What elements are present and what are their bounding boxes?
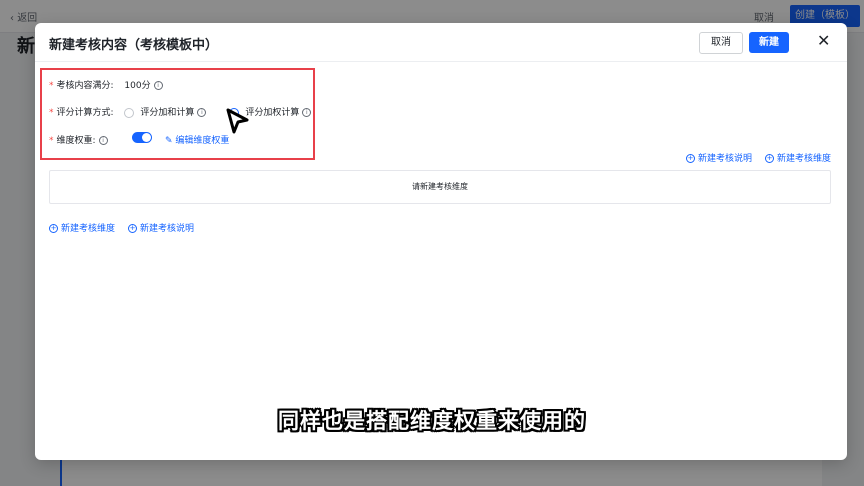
video-subtitle: 同样也是搭配维度权重来使用的 <box>278 409 586 433</box>
new-note-link-top[interactable]: + 新建考核说明 <box>686 151 752 164</box>
info-icon[interactable]: i <box>98 136 108 145</box>
plus-circle-icon: + <box>128 224 137 233</box>
plus-circle-icon: + <box>686 154 695 163</box>
new-note-label: 新建考核说明 <box>698 154 753 164</box>
required-mark: * <box>49 136 54 146</box>
new-dimension-label: 新建考核维度 <box>777 154 832 164</box>
required-mark: * <box>49 108 54 118</box>
new-note-link-bottom[interactable]: + 新建考核说明 <box>128 221 194 234</box>
full-score-value: 100分 <box>124 81 151 91</box>
modal-header: 新建考核内容（考核模板中） 取消 新建 ✕ <box>35 23 847 62</box>
dimension-weight-toggle[interactable] <box>132 132 152 143</box>
empty-dimension-placeholder: 请新建考核维度 <box>49 170 831 204</box>
dimension-weight-label: 维度权重: <box>56 136 96 146</box>
full-score-row: * 考核内容满分: 100分 i <box>49 78 163 91</box>
calc-method-row: * 评分计算方式: 评分加和计算 i 评分加权计算 i <box>49 105 312 118</box>
edit-weight-label: 编辑维度权重 <box>175 136 230 146</box>
plus-circle-icon: + <box>765 154 774 163</box>
radio-weighted-label: 评分加权计算 <box>245 108 300 118</box>
new-dimension-link-top[interactable]: + 新建考核维度 <box>765 151 831 164</box>
info-icon[interactable]: i <box>153 81 163 90</box>
edit-weight-link[interactable]: ✎ 编辑维度权重 <box>165 133 229 146</box>
new-assessment-modal: 新建考核内容（考核模板中） 取消 新建 ✕ * 考核内容满分: 100分 i * 评分… <box>35 23 847 460</box>
modal-title: 新建考核内容（考核模板中） <box>49 38 219 53</box>
radio-sum-circle[interactable] <box>124 107 135 118</box>
required-mark: * <box>49 81 54 91</box>
mouse-cursor-icon <box>226 108 249 134</box>
dimension-weight-row: * 维度权重: i ✎ 编辑维度权重 <box>49 132 309 146</box>
new-note-label: 新建考核说明 <box>140 224 195 234</box>
plus-circle-icon: + <box>49 224 58 233</box>
info-icon[interactable]: i <box>197 108 207 117</box>
new-dimension-label: 新建考核维度 <box>61 224 116 234</box>
new-button[interactable]: 新建 <box>749 32 789 53</box>
calc-method-label: 评分计算方式: <box>56 108 114 118</box>
radio-sum-label: 评分加和计算 <box>140 108 195 118</box>
info-icon[interactable]: i <box>302 108 312 117</box>
new-dimension-link-bottom[interactable]: + 新建考核维度 <box>49 221 115 234</box>
close-icon[interactable]: ✕ <box>817 31 830 51</box>
cancel-button[interactable]: 取消 <box>699 32 743 54</box>
full-score-label: 考核内容满分: <box>56 81 114 91</box>
radio-sum[interactable]: 评分加和计算 <box>124 107 195 118</box>
